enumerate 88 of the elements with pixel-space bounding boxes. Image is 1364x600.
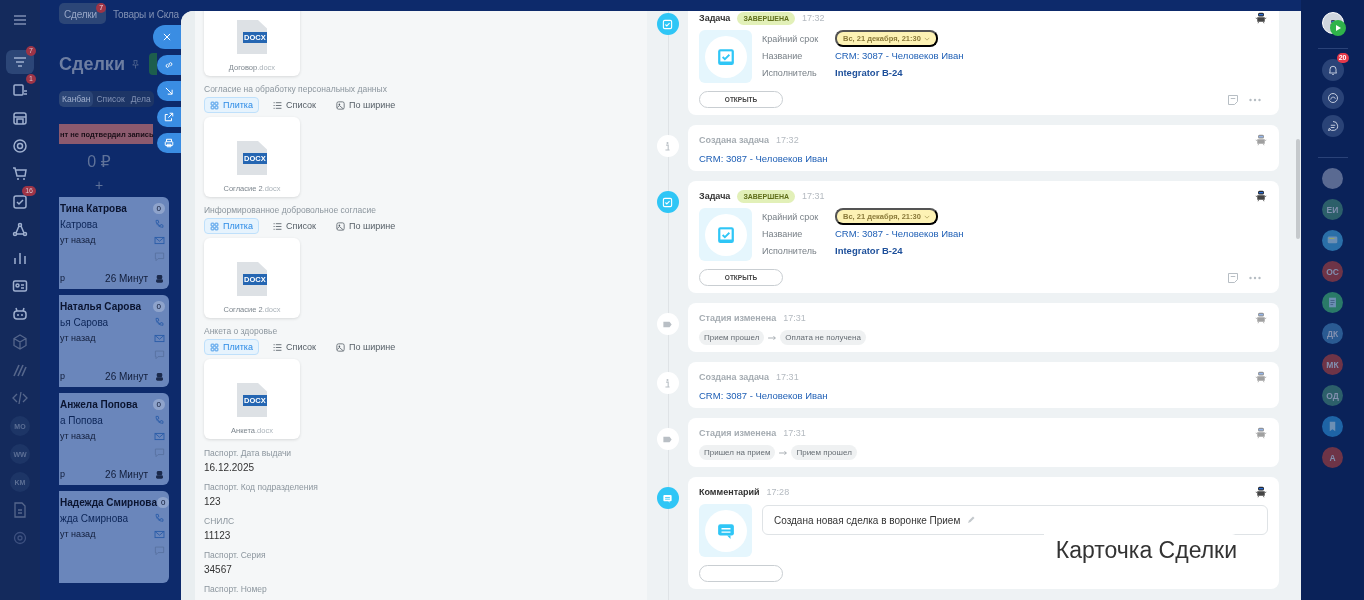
- time-ago: ут назад: [60, 431, 96, 441]
- counter-badge: 0: [156, 496, 170, 508]
- event-title: Создана задача: [699, 372, 770, 382]
- event-title: Комментарий: [699, 487, 760, 497]
- field-label: Паспорт. Дата выдачи: [204, 448, 293, 458]
- view-option[interactable]: Список: [267, 218, 322, 234]
- field-label: Название: [762, 49, 804, 62]
- view-option[interactable]: Плитка: [204, 218, 259, 234]
- time-ago: ут назад: [60, 333, 96, 343]
- deal-card[interactable]: Анжела Попова 0 а Попова ут назад р 26 Минут: [59, 393, 169, 485]
- view-tab[interactable]: Дела: [127, 91, 154, 107]
- view-tab[interactable]: Канбан: [59, 91, 94, 107]
- contact-link[interactable]: ья Сарова: [60, 316, 109, 328]
- contact-avatar[interactable]: ОС: [1322, 261, 1343, 282]
- field-label: Паспорт. Код подразделения: [204, 482, 319, 492]
- field-label: Анкета о здоровье: [204, 326, 279, 338]
- view-option[interactable]: Список: [267, 339, 322, 355]
- assignee-link[interactable]: Integrator B-24: [835, 66, 964, 79]
- deal-age: 26 Минут: [105, 468, 148, 480]
- card-text: р: [60, 371, 65, 381]
- page-title: Сделки: [59, 53, 125, 75]
- card-text: р: [60, 273, 65, 283]
- stage-tag: Прием прошел: [791, 445, 857, 460]
- comment-text: Создана новая сделка в воронке Прием: [774, 514, 961, 526]
- deal-card[interactable]: Наталья Сарова 0 ья Сарова ут назад р 26 Минут: [59, 295, 169, 387]
- field-value: 16.12.2025: [204, 462, 256, 473]
- task-link[interactable]: CRM: 3087 - Человеков Иван: [835, 49, 964, 62]
- deal-title: Анжела Попова: [60, 398, 138, 410]
- event-title: Задача: [699, 191, 731, 201]
- event-time: 17:31: [776, 372, 799, 382]
- deal-age: 26 Минут: [105, 370, 148, 382]
- event-time: 17:31: [802, 191, 825, 201]
- stage-tag: Пришел на прием: [699, 445, 776, 460]
- contact-avatar[interactable]: МК: [1322, 354, 1343, 375]
- event-title: Стадия изменена: [699, 428, 777, 438]
- deal-title: Тина Катрова: [60, 202, 127, 214]
- view-option[interactable]: Плитка: [204, 97, 259, 113]
- event-time: 17:28: [766, 487, 790, 497]
- field-label: Исполнитель: [762, 66, 818, 79]
- add-button[interactable]: +: [59, 177, 139, 193]
- time-ago: ут назад: [60, 529, 96, 539]
- field-value: 123: [204, 496, 222, 507]
- deal-card[interactable]: Надежда Смирнова 0 жда Смирнова ут назад: [59, 491, 169, 583]
- field-value: 11123: [204, 530, 232, 541]
- assignee-link[interactable]: Integrator B-24: [835, 244, 964, 257]
- contact-link[interactable]: а Попова: [60, 414, 103, 426]
- counter-badge: 0: [152, 398, 165, 410]
- contact-link[interactable]: жда Смирнова: [60, 512, 128, 524]
- event-time: 17:31: [783, 428, 806, 438]
- event-time: 17:32: [802, 13, 825, 23]
- field-label: Паспорт. Номер: [204, 584, 268, 594]
- stage-tag: Оплата не получена: [780, 330, 866, 345]
- card-text: р: [60, 469, 65, 479]
- deal-title: Надежда Смирнова: [60, 496, 157, 508]
- field-label: СНИЛС: [204, 516, 236, 526]
- view-option[interactable]: Список: [267, 97, 322, 113]
- time-ago: ут назад: [60, 235, 96, 245]
- task-link[interactable]: CRM: 3087 - Человеков Иван: [835, 227, 964, 240]
- field-label: Паспорт. Серия: [204, 550, 267, 560]
- header-tab[interactable]: Товары и Скла: [109, 3, 179, 24]
- view-option[interactable]: По ширине: [329, 339, 402, 355]
- event-title: Задача: [699, 13, 731, 23]
- deal-title: Наталья Сарова: [60, 300, 142, 312]
- field-label: Крайний срок: [762, 32, 820, 45]
- counter-badge: 0: [152, 300, 165, 312]
- event-time: 17:31: [783, 313, 806, 323]
- view-option[interactable]: По ширине: [329, 97, 402, 113]
- stage-tag: Прием прошел: [699, 330, 765, 345]
- deal-card[interactable]: Тина Катрова 0 Катрова ут назад р 26 Минут: [59, 197, 169, 289]
- event-title: Создана задача: [699, 135, 770, 145]
- task-link[interactable]: CRM: 3087 - Человеков Иван: [699, 153, 1268, 164]
- view-option[interactable]: По ширине: [329, 218, 402, 234]
- task-link[interactable]: CRM: 3087 - Человеков Иван: [699, 390, 1268, 401]
- contact-avatar[interactable]: А: [1322, 447, 1343, 468]
- field-label: Информированное добровольное согласие: [204, 205, 377, 217]
- field-label: Название: [762, 227, 804, 240]
- view-tab[interactable]: Список: [93, 91, 128, 107]
- counter-badge: 0: [152, 202, 165, 214]
- event-time: 17:32: [776, 135, 799, 145]
- event-title: Стадия изменена: [699, 313, 777, 323]
- stage-sum: 0 ₽: [86, 152, 112, 171]
- field-label: Согласие на обработку персональных данных: [204, 84, 388, 96]
- contact-link[interactable]: Катрова: [60, 218, 98, 230]
- view-option[interactable]: Плитка: [204, 339, 259, 355]
- field-label: Крайний срок: [762, 210, 820, 223]
- deal-age: 26 Минут: [105, 272, 148, 284]
- field-value: 34567: [204, 564, 233, 575]
- field-label: Исполнитель: [762, 244, 818, 257]
